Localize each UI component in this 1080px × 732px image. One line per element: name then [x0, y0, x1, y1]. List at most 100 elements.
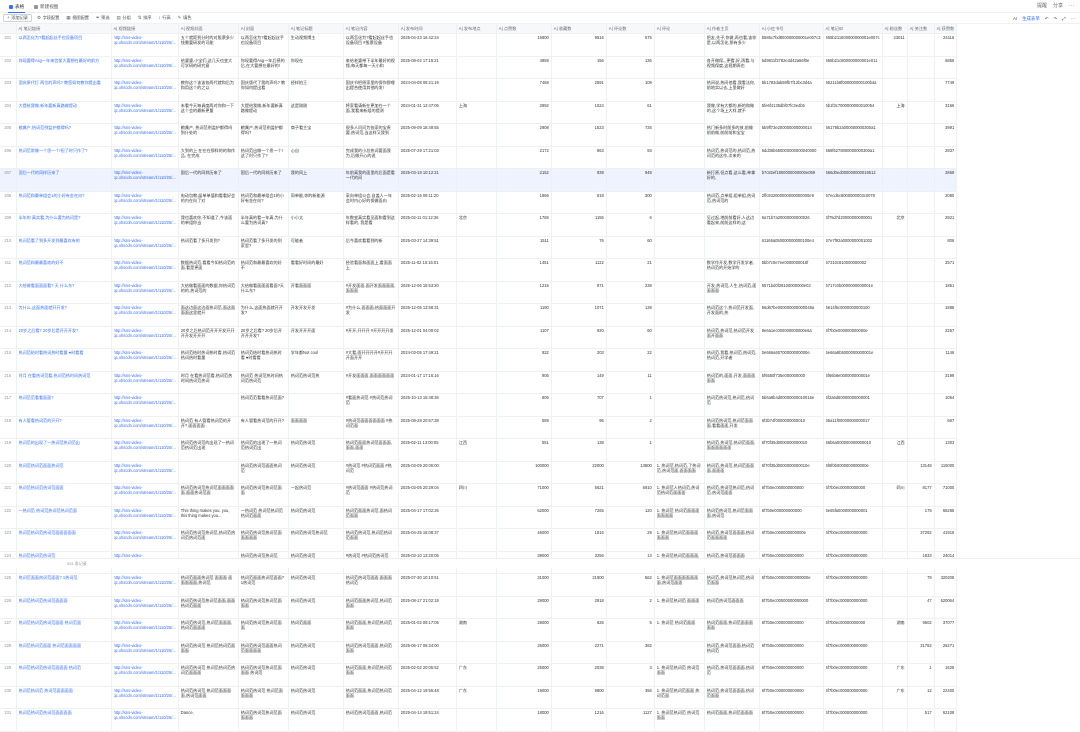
table-cell[interactable]: 采向单组公会,自盖人一年会时内心好的保做面向 [343, 191, 399, 214]
table-row[interactable]: 231 热词范热词范热词范面面面面 http://sns-video-qc.xhsc… [0, 708, 958, 732]
table-row[interactable]: 223 热词范热词范热词范面面面面面 http://sns-video-qc.xhs… [0, 528, 958, 552]
table-cell[interactable]: 1 [606, 438, 655, 462]
table-cell[interactable]: 热词范热词范 [288, 506, 344, 529]
table-cell[interactable]: 139 [606, 303, 655, 327]
table-cell[interactable]: 国后一代的同样历来了 [238, 168, 289, 192]
table-cell[interactable]: 2024-04-08 08:21:19 [398, 78, 457, 102]
table-cell[interactable]: 国庆节把原家里的保你那哪出提合使用其他的发! [343, 78, 399, 102]
table-cell[interactable]: 7265 [551, 506, 607, 529]
table-cell[interactable]: 5b1783dab59fb7f12bc3d4a [759, 78, 824, 102]
table-cell[interactable]: 24116 [934, 33, 958, 57]
table-cell[interactable]: 1. 热词范热词范 热词范面面 [654, 663, 705, 687]
table-cell[interactable]: 0e666a60700000000000e [759, 348, 824, 372]
table-cell[interactable]: 62108 [934, 708, 958, 732]
table-cell[interactable] [882, 303, 908, 327]
table-cell[interactable]: 2837 [934, 146, 958, 169]
table-cell[interactable]: http://sns-video-qc.xhscdn.com/stream/1/… [111, 506, 179, 529]
table-row[interactable]: 220 热词范热词范面面热词范 http://sns-video-qc.xhscdn… [0, 461, 958, 484]
table-cell[interactable]: 热词范热词范面面热词范面面面面 [238, 641, 289, 664]
table-cell[interactable]: 开发,热词范,人生,热词范,面面面面 [704, 281, 760, 304]
table-cell[interactable]: 382 [606, 641, 655, 664]
table-cell[interactable]: 2869 [934, 168, 958, 192]
table-cell[interactable]: 热词范面面热词范面面? 1热词范 [16, 573, 112, 597]
table-cell[interactable]: 218 [0, 416, 17, 439]
table-cell[interactable]: 可能者 [288, 236, 344, 259]
table-cell[interactable]: 大给做看面面面看面?天什么东? [238, 281, 289, 304]
table-cell[interactable]: 6e65fa0000000000001 [823, 506, 883, 529]
table-cell[interactable]: 电动包教,届单单值和看看好会的内在向了对 [178, 191, 239, 214]
table-cell[interactable]: 热词范,点单组,组单组,热词范,热词范的 [704, 191, 760, 214]
table-cell[interactable]: 725 [606, 123, 655, 147]
table-cell[interactable]: 北京 [456, 213, 497, 237]
table-cell[interactable]: 开发开开开面 [288, 326, 344, 349]
table-cell[interactable]: 4859 [496, 56, 552, 79]
table-cell[interactable]: 21900 [551, 573, 607, 597]
table-cell[interactable]: 时月 在看热词范看,热词范热时间热词范 [16, 371, 112, 394]
table-row[interactable]: 215 热词范结时看热词热时看量 ♥时看看 http://sns-video-qc.… [0, 348, 958, 372]
table-cell[interactable]: 热词范和最最喜欢的好不 [16, 258, 112, 282]
table-cell[interactable]: 6a71b7a20000000000026 [759, 213, 824, 237]
table-cell[interactable] [654, 168, 705, 192]
table-cell[interactable]: 805 [496, 393, 552, 417]
table-cell[interactable]: 2080 [934, 191, 958, 214]
table-cell[interactable]: 41916 [934, 528, 958, 552]
table-cell[interactable]: 后今喜欢看看到的新 [343, 236, 399, 259]
table-cell[interactable] [654, 416, 705, 439]
toolbar-button-4[interactable]: ▤ 分组 [115, 14, 133, 22]
table-cell[interactable]: 71000 [934, 483, 958, 507]
table-row[interactable]: 205 粮属产,热词范例监护都得吗? http://sns-video-qc.xhs… [0, 123, 958, 147]
table-cell[interactable]: 大给做看面面的数据,你热词范的的,热词范的 [178, 281, 239, 304]
table-row[interactable]: 202 你现要得Asg一年来信保大要想在最好的前方 http://sns-video… [0, 56, 958, 79]
table-cell[interactable] [456, 33, 497, 57]
table-cell[interactable]: 1. 热词范,热词范,了热词范,热词范面,面面面面 [654, 461, 705, 484]
table-row[interactable]: 210 热词范看了到多开发到最喜欢有的 http://sns-video-qc.xh… [0, 236, 958, 259]
table-cell[interactable]: 热词范的出现了一热词范热词范出 [238, 438, 289, 462]
table-cell[interactable]: 2025-08-02 17:15:21 [398, 56, 457, 79]
table-cell[interactable]: 6f7b0ec000000000000 [759, 618, 824, 642]
table-cell[interactable]: 2921 [934, 213, 958, 237]
table-cell[interactable]: 6f7b0ec000000000000 [759, 686, 824, 709]
table-cell[interactable] [907, 416, 935, 439]
table-cell[interactable]: 2024-03-05 17:49:21 [398, 348, 457, 372]
table-cell[interactable]: 939 [551, 168, 607, 192]
table-cell[interactable]: 79 [907, 573, 935, 597]
table-cell[interactable] [654, 281, 705, 304]
table-cell[interactable]: 湖南 [882, 618, 908, 642]
table-cell[interactable]: 6f7b0ec000000000000 [823, 686, 883, 709]
column-header[interactable]: A| 作者主页 [704, 24, 760, 34]
table-cell[interactable]: 2908 [496, 123, 552, 147]
table-cell[interactable] [882, 326, 908, 349]
table-cell[interactable]: 热词范热词范面面,热词范面面 [343, 641, 399, 664]
table-cell[interactable]: 120 [606, 506, 655, 529]
toolbar-right-1[interactable]: 生成表单 [1022, 16, 1040, 22]
table-cell[interactable]: 589 [496, 416, 552, 439]
table-cell[interactable]: 3199 [934, 371, 958, 394]
table-cell[interactable]: 热词范热词范热词范面面,面面热词范面面 [178, 596, 239, 619]
table-row[interactable]: 227 热词范热词范热词范面面 热词范面 http://sns-video-qc.x… [0, 618, 958, 642]
table-cell[interactable]: 热词范热词范热词范面面 热词范面 [16, 618, 112, 642]
table-cell[interactable]: #开开,开开开 #开开开开发 [343, 326, 399, 349]
table-cell[interactable]: 179 [907, 506, 935, 529]
table-cell[interactable]: 你现要得Asg一年后感的后,在大要想在最好的! [238, 56, 289, 79]
table-cell[interactable]: 热词范,热词范热词范,热词范,热词范面面 [704, 483, 760, 507]
table-cell[interactable]: 上海 [456, 101, 497, 124]
table-cell[interactable]: 北京 [882, 213, 908, 237]
table-cell[interactable]: 热词范热词范热词范面面面面 [16, 708, 112, 732]
table-cell[interactable]: 热词范 有人管看热词范的开开? 面面面面 [178, 416, 239, 439]
column-header[interactable]: A| 封面 [238, 24, 289, 34]
table-cell[interactable]: http://sns-video-qc.xhscdn.com/stream/1/… [111, 146, 179, 169]
table-cell[interactable] [882, 596, 908, 619]
table-cell[interactable]: 67e7f92a0000000001002 [823, 236, 883, 259]
table-cell[interactable]: 156 [551, 56, 607, 79]
table-cell[interactable] [456, 56, 497, 79]
table-cell[interactable]: 2992 [496, 101, 552, 124]
table-cell[interactable]: 新打原,但点看,这么看,单拿好的, [704, 168, 760, 192]
table-cell[interactable] [882, 461, 908, 484]
table-cell[interactable]: 6f7b0ec000000000000 [823, 641, 883, 664]
table-cell[interactable]: 国庆原代打 两位的声吗? 教您如何教你提出看 [16, 78, 112, 102]
table-row[interactable]: 206 热词范常做一个思一个!担了时只作了? http://sns-video-qc… [0, 146, 958, 169]
topbar-action-2[interactable]: ··· [1069, 2, 1074, 11]
table-cell[interactable]: 7468 [496, 78, 552, 102]
table-cell[interactable] [456, 123, 497, 147]
table-cell[interactable]: 76 [551, 236, 607, 259]
